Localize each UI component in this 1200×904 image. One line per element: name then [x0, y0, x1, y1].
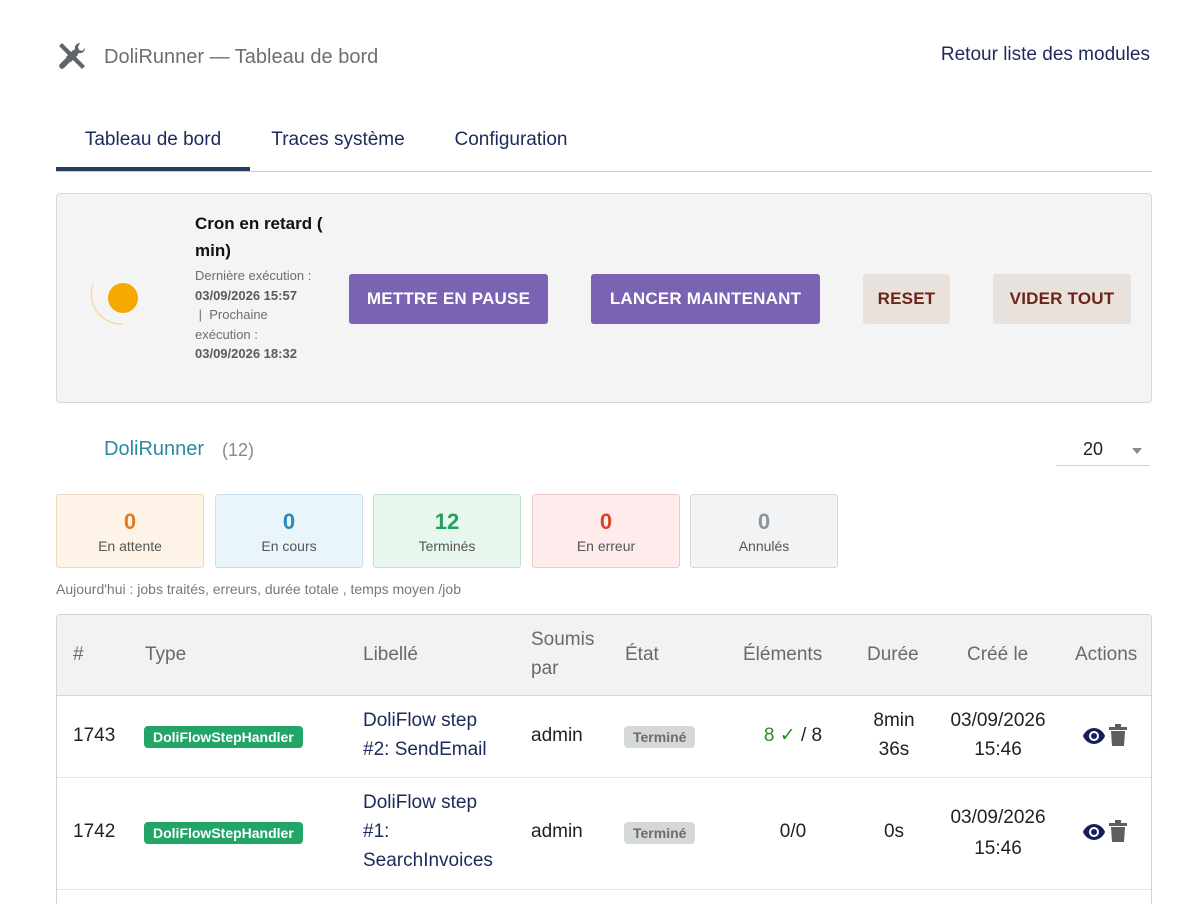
col-duration[interactable]: Durée: [867, 640, 919, 669]
eye-icon[interactable]: [1082, 823, 1106, 841]
stat-value: 0: [599, 509, 613, 534]
cron-schedule-info: Dernière exécution : 03/09/2026 15:57 | …: [195, 266, 315, 364]
run-now-button[interactable]: LANCER MAINTENANT: [591, 274, 820, 324]
page-size-select[interactable]: 20: [1056, 434, 1150, 466]
tab-bar: Tableau de bord Traces système Configura…: [56, 112, 1152, 172]
elements-count: 0/0: [743, 817, 843, 846]
stat-label: En erreur: [576, 538, 636, 554]
job-label-link[interactable]: DoliFlow step #1: SearchInvoices: [363, 788, 493, 875]
stat-running[interactable]: 0 En cours: [215, 494, 363, 568]
job-duration: 0s: [857, 817, 931, 846]
stat-value: 0: [757, 509, 771, 534]
stat-label: Annulés: [738, 538, 790, 554]
job-label-line2: #1:: [363, 821, 390, 842]
section-count: (12): [222, 440, 255, 460]
col-submitted-line1: Soumis: [531, 629, 595, 650]
last-run-value: 03/09/2026 15:57: [195, 287, 297, 303]
elements-total: 0/0: [779, 821, 807, 842]
submitted-by: admin: [531, 725, 583, 746]
spinner-icon: [90, 283, 138, 325]
elements-ok: 8 ✓: [763, 725, 796, 746]
col-created[interactable]: Créé le: [967, 640, 1028, 669]
page-header: DoliRunner — Tableau de bord Retour list…: [56, 38, 1150, 78]
elements-count: 8 ✓ / 8: [743, 721, 843, 750]
tab-system-traces[interactable]: Traces système: [250, 112, 426, 171]
stat-label: En attente: [98, 538, 162, 554]
col-actions: Actions: [1075, 644, 1138, 665]
col-submitted-line2: par: [531, 658, 559, 679]
next-run-label: Prochaine exécution :: [195, 307, 268, 342]
table-row: 1742 DoliFlowStepHandler DoliFlow step #…: [57, 778, 1151, 890]
table-header: # Type Libellé Soumis par État Éléments …: [57, 615, 1151, 696]
cron-status-panel: Cron en retard ( min) Dernière exécution…: [56, 193, 1152, 403]
submitted-by: admin: [531, 821, 583, 842]
duration-line1: 8min: [873, 710, 915, 731]
job-id: 1742: [73, 821, 116, 842]
elements-total: / 8: [795, 725, 823, 746]
status-badge: Terminé: [624, 822, 696, 844]
separator: |: [198, 307, 203, 323]
col-elements[interactable]: Éléments: [743, 640, 822, 669]
stat-value: 0: [282, 509, 296, 534]
job-id: 1743: [73, 725, 116, 746]
table-row: 1743 DoliFlowStepHandler DoliFlow step #…: [57, 696, 1151, 778]
job-label-line3: SearchInvoices: [363, 850, 493, 871]
trash-icon[interactable]: [1109, 724, 1127, 746]
last-run-label: Dernière exécution :: [195, 268, 312, 283]
page-size-value: 20: [1083, 439, 1104, 459]
stat-error[interactable]: 0 En erreur: [532, 494, 680, 568]
stat-value: 12: [434, 509, 460, 534]
duration-line2: 36s: [878, 739, 910, 760]
stat-done[interactable]: 12 Terminés: [373, 494, 521, 568]
chevron-down-icon: [1132, 448, 1142, 454]
type-badge: DoliFlowStepHandler: [144, 726, 303, 748]
next-run-value: 03/09/2026 18:32: [195, 346, 297, 362]
tab-configuration[interactable]: Configuration: [432, 112, 590, 171]
created-line2: 15:46: [974, 838, 1022, 859]
job-label-line2: #2: SendEmail: [363, 739, 487, 760]
stat-label: Terminés: [418, 538, 476, 554]
stat-value: 0: [123, 509, 137, 534]
col-id[interactable]: #: [73, 640, 84, 669]
created-line1: 03/09/2026: [950, 710, 1046, 731]
back-to-modules-link[interactable]: Retour liste des modules: [941, 44, 1150, 66]
stat-pending[interactable]: 0 En attente: [56, 494, 204, 568]
type-badge: DoliFlowStepHandler: [144, 822, 303, 844]
job-created: 03/09/2026 15:46: [943, 802, 1053, 864]
created-line1: 03/09/2026: [950, 807, 1046, 828]
cron-title: Cron en retard ( min): [195, 214, 323, 260]
job-label-link[interactable]: DoliFlow step #2: SendEmail: [363, 706, 487, 764]
clear-all-button[interactable]: VIDER TOUT: [993, 274, 1131, 324]
col-state[interactable]: État: [625, 640, 659, 669]
jobs-table: # Type Libellé Soumis par État Éléments …: [56, 614, 1152, 904]
page-title: DoliRunner — Tableau de bord: [104, 46, 379, 68]
trash-icon[interactable]: [1109, 820, 1127, 842]
col-label[interactable]: Libellé: [363, 640, 418, 669]
status-badge: Terminé: [624, 726, 696, 748]
tab-dashboard[interactable]: Tableau de bord: [56, 112, 250, 171]
job-duration: 8min 36s: [857, 706, 931, 764]
duration-line1: 0s: [883, 821, 905, 842]
col-submitted-by[interactable]: Soumis par: [531, 625, 594, 683]
job-created: 03/09/2026 15:46: [943, 706, 1053, 764]
eye-icon[interactable]: [1082, 727, 1106, 745]
col-type[interactable]: Type: [145, 640, 186, 669]
section-title: DoliRunner: [104, 438, 205, 460]
reset-button[interactable]: RESET: [863, 274, 950, 324]
created-line2: 15:46: [974, 739, 1022, 760]
pause-button[interactable]: METTRE EN PAUSE: [349, 274, 548, 324]
job-label-line1: DoliFlow step: [363, 792, 478, 813]
stat-cancelled[interactable]: 0 Annulés: [690, 494, 838, 568]
stat-label: En cours: [261, 538, 317, 554]
today-summary: Aujourd'hui : jobs traités, erreurs, dur…: [56, 581, 461, 597]
tools-icon: [59, 42, 86, 69]
job-label-line1: DoliFlow step: [363, 710, 478, 731]
